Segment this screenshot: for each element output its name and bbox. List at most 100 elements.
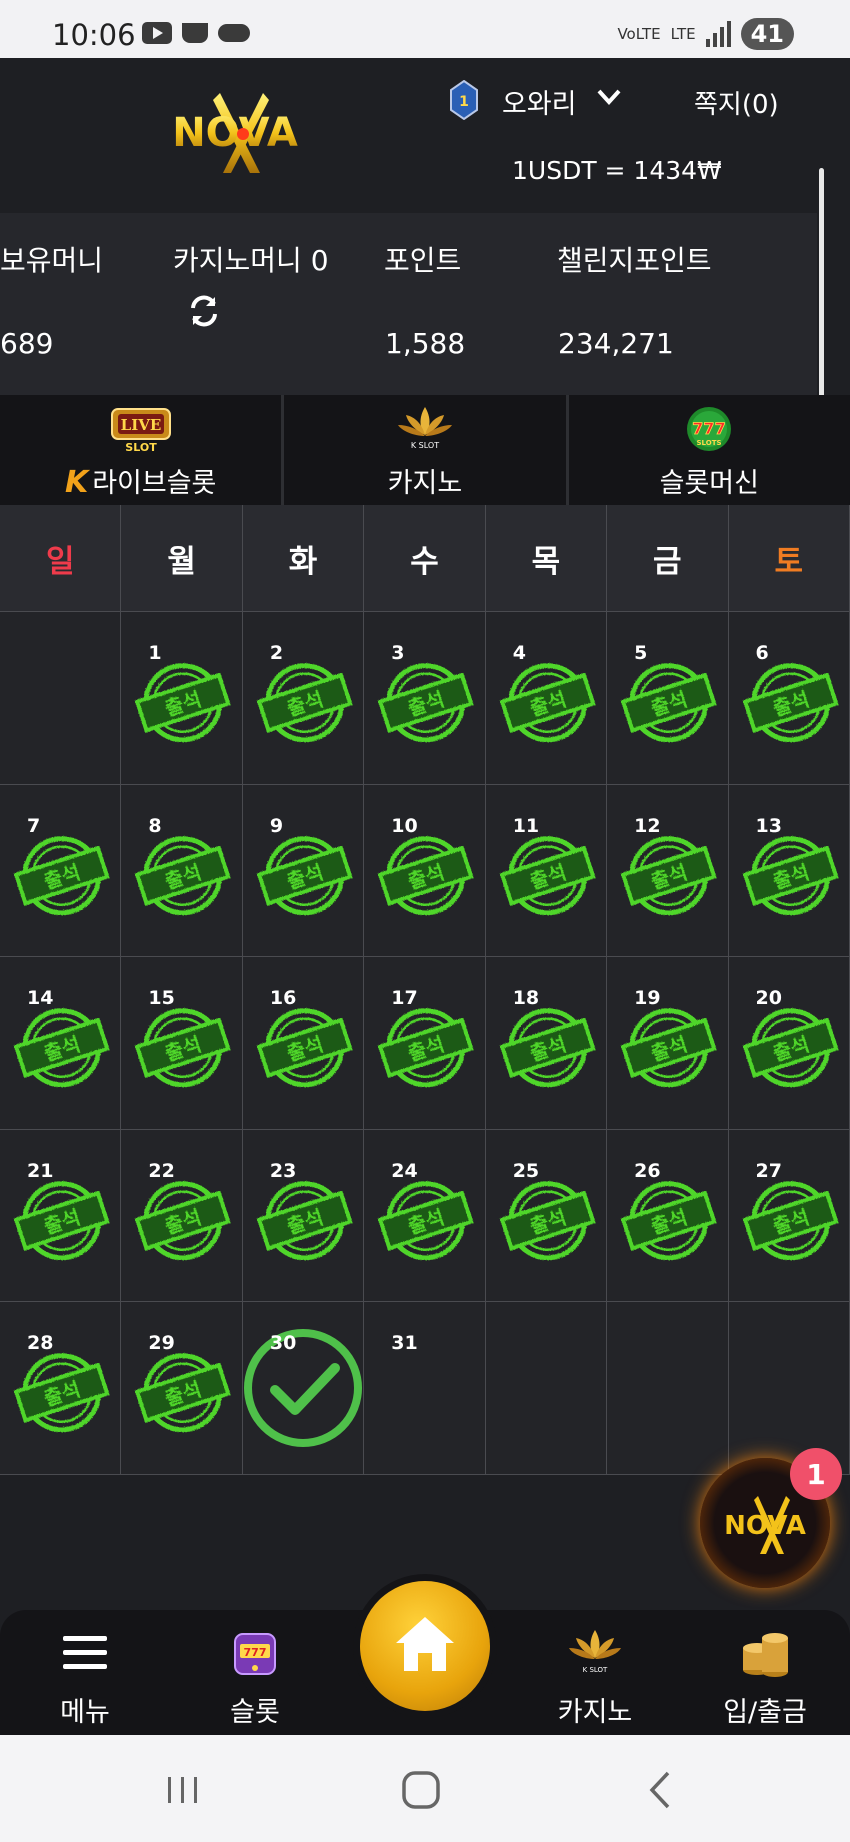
exchange-rate: 1USDT = 1434₩ [512,156,722,185]
svg-text:777: 777 [244,1646,267,1659]
weekday-sun: 일 [0,505,122,612]
attendance-stamp-icon: 출석 [255,1180,352,1259]
calendar-day-cell[interactable]: 26 출석 [607,1129,729,1302]
weekday-thu: 목 [485,505,608,612]
calendar-day-cell[interactable]: 8 출석 [121,784,243,957]
status-right: VoLTE LTE 41 [617,18,794,50]
calendar-day-cell[interactable]: 20 출석 [728,957,850,1130]
rank-badge-icon: 1 [450,80,478,120]
user-name[interactable]: 오와리 [502,82,577,121]
calendar-day-cell[interactable]: 16 출석 [242,957,365,1130]
calendar-day-cell[interactable]: 30 [242,1302,365,1475]
svg-text:NOVA: NOVA [172,110,298,156]
calendar-day-cell[interactable]: 10 출석 [364,784,486,957]
attendance-stamp-icon: 출석 [498,662,595,742]
recent-apps-icon[interactable] [158,1765,208,1815]
lte-indicator: LTE [670,25,696,43]
checkmark-today-icon [243,1329,362,1447]
coffee-icon [182,23,208,43]
app-header: NOVA 1 오와리 쪽지(0) 1USDT = 1434₩ [0,58,850,213]
live-slot-icon: LIVE SLOT [110,408,171,453]
nav-slot[interactable]: 777 슬롯 [170,1610,340,1735]
attendance-stamp-icon: 출석 [498,1007,595,1087]
battery-level: 41 [740,18,794,50]
point-label: 포인트 [384,244,462,277]
calendar-day-cell[interactable]: 29 출석 [121,1302,243,1475]
notification-icons [142,22,250,44]
weekday-sat: 토 [728,505,850,612]
attendance-stamp-icon: 출석 [255,1007,352,1087]
nav-slot-label: 슬롯 [230,1697,280,1728]
calendar-day-cell [0,612,122,785]
chevron-down-icon[interactable] [596,84,622,110]
svg-text:LIVE: LIVE [120,416,161,434]
calendar-day-cell[interactable]: 28 출석 [0,1302,122,1475]
home-system-icon[interactable] [396,1765,446,1815]
calendar-day-cell[interactable]: 13 출석 [728,784,850,957]
signal-icon [705,21,731,47]
calendar-day-cell[interactable]: 24 출석 [364,1129,486,1302]
cloud-icon [218,24,250,42]
back-icon[interactable] [636,1765,686,1815]
notification-badge[interactable]: 1 [790,1448,842,1500]
calendar-day-cell[interactable]: 17 출석 [364,957,486,1130]
calendar-day-cell[interactable]: 23 출석 [242,1129,365,1302]
nav-menu-label: 메뉴 [60,1697,110,1728]
k-logo-icon: K [64,465,89,500]
holding-money-value: 689 [0,327,54,360]
calendar-day-cell[interactable]: 25 출석 [485,1129,608,1302]
calendar-day-cell[interactable]: 6 출석 [728,612,850,785]
attendance-calendar: 일 월 화 수 목 금 토 1 출석 2 출석 3 출석 4 출석 5 출석 6… [0,505,850,1475]
calendar-day-cell[interactable]: 7 출석 [0,784,122,957]
day-number: 30 [269,1332,297,1354]
calendar-day-cell[interactable]: 4 출석 [485,612,608,785]
status-bar: 10:06 VoLTE LTE 41 [0,0,850,58]
attendance-stamp-icon: 출석 [12,1007,110,1087]
calendar-day-cell[interactable]: 3 출석 [364,612,486,785]
svg-text:777: 777 [693,419,726,438]
tab-casino-label: 카지노 [387,468,463,499]
calendar-day-cell[interactable]: 21 출석 [0,1129,122,1302]
calendar-grid: 1 출석 2 출석 3 출석 4 출석 5 출석 6 출석 7 출석 8 출석 … [0,612,850,1475]
attendance-stamp-icon: 출석 [498,835,595,914]
tab-casino[interactable]: K SLOT 카지노 [284,395,569,505]
attendance-stamp-icon: 출석 [12,1180,110,1259]
refresh-icon[interactable] [186,293,222,329]
calendar-day-cell[interactable]: 1 출석 [121,612,243,785]
tab-live-slot[interactable]: LIVE SLOT K 라이브슬롯 [0,395,285,505]
memo-link[interactable]: 쪽지(0) [694,84,779,121]
nav-casino-label: 카지노 [557,1697,633,1728]
day-number: 31 [391,1332,418,1354]
system-nav-bar [0,1735,850,1842]
attendance-stamp-icon: 출석 [134,835,231,914]
calendar-day-cell[interactable]: 12 출석 [607,784,729,957]
attendance-stamp-icon: 출석 [12,835,110,914]
calendar-day-cell [607,1302,729,1475]
challenge-point-label: 챌린지포인트 [557,244,712,277]
calendar-day-cell[interactable]: 15 출석 [121,957,243,1130]
calendar-day-cell[interactable]: 5 출석 [607,612,729,785]
nova-logo[interactable]: NOVA [145,88,325,178]
calendar-day-cell[interactable]: 31 [364,1302,486,1475]
calendar-day-cell[interactable]: 19 출석 [607,957,729,1130]
attendance-stamp-icon: 출석 [741,662,838,742]
attendance-stamp-icon: 출석 [377,1007,474,1087]
attendance-stamp-icon: 출석 [377,835,474,914]
tab-live-slot-label: 라이브슬롯 [92,468,217,499]
home-button[interactable] [360,1581,490,1711]
tab-slot-machine[interactable]: 777 SLOTS 슬롯머신 [569,395,850,505]
calendar-day-cell[interactable]: 22 출석 [121,1129,243,1302]
nav-casino[interactable]: K SLOT 카지노 [510,1610,680,1735]
calendar-day-cell[interactable]: 27 출석 [728,1129,850,1302]
svg-text:K SLOT: K SLOT [583,1666,608,1674]
nav-menu[interactable]: 메뉴 [0,1610,170,1735]
challenge-point-value: 234,271 [558,327,674,360]
calendar-day-cell[interactable]: 9 출석 [242,784,365,957]
calendar-day-cell[interactable]: 18 출석 [485,957,608,1130]
nav-deposit-withdraw[interactable]: 입/출금 [680,1610,850,1735]
calendar-day-cell[interactable]: 11 출석 [485,784,608,957]
calendar-day-cell [485,1302,608,1475]
weekday-tue: 화 [242,505,365,612]
calendar-day-cell[interactable]: 2 출석 [242,612,365,785]
calendar-day-cell[interactable]: 14 출석 [0,957,122,1130]
